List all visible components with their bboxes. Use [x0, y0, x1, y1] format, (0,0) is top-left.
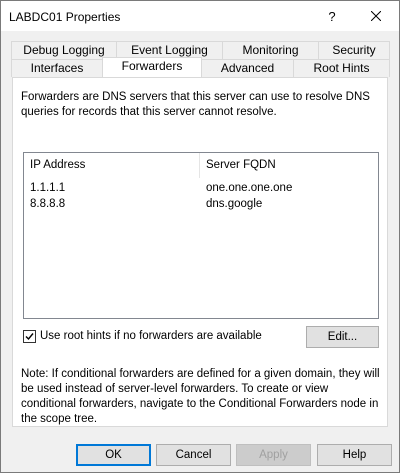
ok-button[interactable]: OK	[76, 444, 151, 466]
forwarder-ip: 8.8.8.8	[30, 198, 66, 210]
tab-advanced[interactable]: Advanced	[201, 59, 294, 77]
tab-security[interactable]: Security	[318, 41, 390, 59]
cancel-button[interactable]: Cancel	[156, 444, 231, 466]
tab-forwarders[interactable]: Forwarders	[102, 57, 202, 77]
help-button[interactable]: Help	[317, 444, 392, 466]
column-header-server-fqdn[interactable]: Server FQDN	[200, 153, 378, 178]
use-root-hints-checkbox[interactable]	[23, 330, 36, 343]
checkmark-icon	[25, 333, 34, 341]
forwarder-fqdn: dns.google	[206, 198, 263, 210]
use-root-hints-label[interactable]: Use root hints if no forwarders are avai…	[40, 330, 262, 342]
forwarder-ip: 1.1.1.1	[30, 182, 66, 194]
edit-button[interactable]: Edit...	[306, 326, 379, 348]
apply-button[interactable]: Apply	[236, 444, 311, 466]
column-header-ip-address[interactable]: IP Address	[24, 153, 200, 178]
properties-dialog: LABDC01 Properties ? Debug Logging Event…	[0, 0, 400, 473]
tab-interfaces[interactable]: Interfaces	[11, 59, 103, 77]
forwarders-description: Forwarders are DNS servers that this ser…	[21, 91, 370, 118]
forwarder-fqdn: one.one.one.one	[206, 182, 293, 194]
tab-monitoring[interactable]: Monitoring	[222, 41, 319, 59]
forwarders-list[interactable]: IP Address Server FQDN 1.1.1.1 one.one.o…	[23, 152, 379, 319]
conditional-forwarders-note: Note: If conditional forwarders are defi…	[21, 368, 380, 425]
close-button[interactable]	[353, 1, 399, 31]
forwarder-row[interactable]: 8.8.8.8 dns.google	[24, 196, 378, 212]
help-title-button[interactable]: ?	[309, 1, 355, 31]
forwarder-row[interactable]: 1.1.1.1 one.one.one.one	[24, 180, 378, 196]
close-icon	[371, 11, 381, 21]
tab-root-hints[interactable]: Root Hints	[293, 59, 390, 77]
window-title: LABDC01 Properties	[9, 10, 121, 24]
question-icon: ?	[328, 8, 336, 24]
title-bar: LABDC01 Properties ?	[1, 1, 399, 31]
